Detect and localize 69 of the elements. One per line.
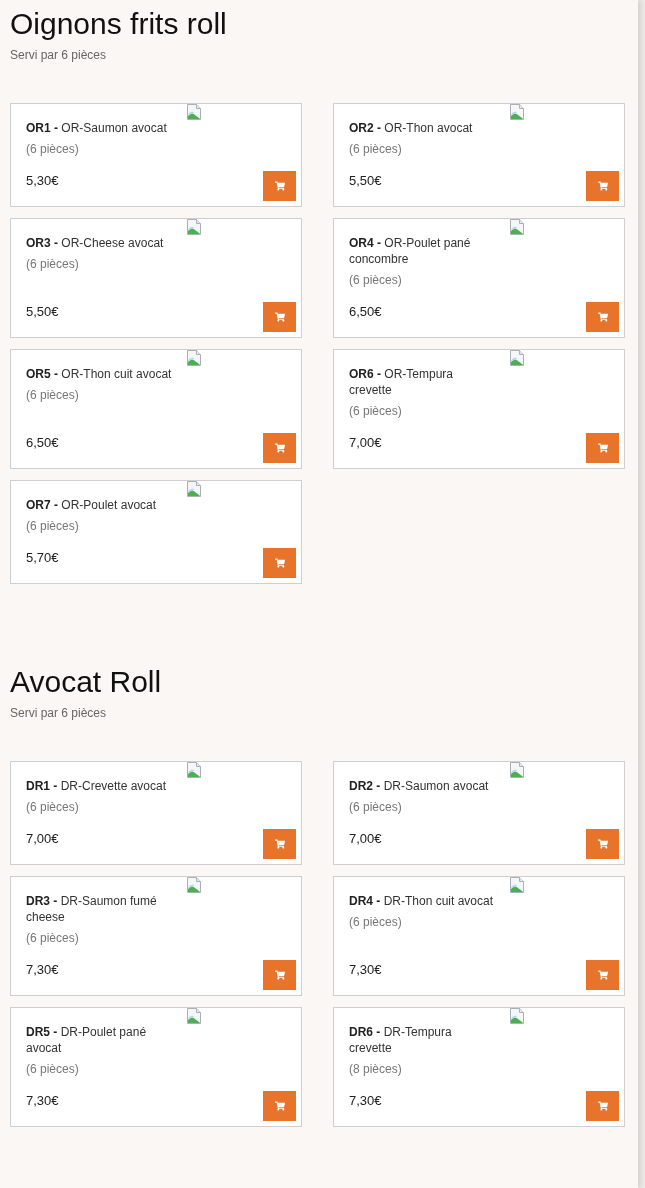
piece-count: (6 pièces) [26,930,79,946]
add-to-cart-button[interactable] [263,548,296,578]
product-price: 7,30€ [26,961,59,979]
cart-icon [597,443,608,453]
product-name: OR6 - OR-Tempura crevette [349,366,455,398]
product-name: DR2 - DR-Saumon avocat [349,778,490,794]
piece-count: (6 pièces) [349,272,402,288]
cart-icon [597,181,608,191]
piece-count: (6 pièces) [349,799,402,815]
product-name: DR3 - DR-Saumon fumé cheese [26,893,158,925]
add-to-cart-button[interactable] [263,829,296,859]
section-subtitle: Servi par 6 pièces [10,47,108,63]
section-title: Avocat Roll [10,664,163,700]
product-name: OR7 - OR-Poulet avocat [26,497,158,513]
product-name: DR5 - DR-Poulet pané avocat [26,1024,148,1056]
piece-count: (6 pièces) [26,387,79,403]
product-name: OR4 - OR-Poulet pané concombre [349,235,472,267]
add-to-cart-button[interactable] [263,960,296,990]
add-to-cart-button[interactable] [586,960,619,990]
product-price: 7,00€ [349,830,382,848]
add-to-cart-button[interactable] [263,1091,296,1121]
product-price: 7,30€ [26,1092,59,1110]
cart-icon [274,443,285,453]
product-price: 7,00€ [349,434,382,452]
product-price: 6,50€ [349,303,382,321]
add-to-cart-button[interactable] [586,1091,619,1121]
product-price: 7,30€ [349,1092,382,1110]
cart-icon [274,970,285,980]
piece-count: (6 pièces) [26,799,79,815]
cart-icon [274,312,285,322]
product-name: DR4 - DR-Thon cuit avocat [349,893,495,909]
product-price: 5,70€ [26,549,59,567]
section-subtitle: Servi par 6 pièces [10,705,108,721]
piece-count: (6 pièces) [349,914,402,930]
piece-count: (6 pièces) [26,1061,79,1077]
cart-icon [597,1101,608,1111]
add-to-cart-button[interactable] [263,433,296,463]
product-price: 7,00€ [26,830,59,848]
product-price: 5,50€ [26,303,59,321]
product-name: DR1 - DR-Crevette avocat [26,778,168,794]
product-price: 5,30€ [26,172,59,190]
piece-count: (6 pièces) [26,518,79,534]
add-to-cart-button[interactable] [586,302,619,332]
cart-icon [274,181,285,191]
piece-count: (6 pièces) [349,141,402,157]
cart-icon [274,1101,285,1111]
product-name: OR2 - OR-Thon avocat [349,120,474,136]
add-to-cart-button[interactable] [586,829,619,859]
product-name: OR3 - OR-Cheese avocat [26,235,165,251]
piece-count: (6 pièces) [26,141,79,157]
add-to-cart-button[interactable] [263,302,296,332]
cart-icon [274,558,285,568]
cart-icon [274,839,285,849]
piece-count: (6 pièces) [349,403,402,419]
cart-icon [597,312,608,322]
product-name: OR5 - OR-Thon cuit avocat [26,366,173,382]
product-name: DR6 - DR-Tempura crevette [349,1024,453,1056]
add-to-cart-button[interactable] [263,171,296,201]
piece-count: (6 pièces) [26,256,79,272]
section-title: Oignons frits roll [10,6,228,42]
product-price: 7,30€ [349,961,382,979]
cart-icon [597,970,608,980]
product-price: 5,50€ [349,172,382,190]
product-name: OR1 - OR-Saumon avocat [26,120,168,136]
add-to-cart-button[interactable] [586,433,619,463]
cart-icon [597,839,608,849]
add-to-cart-button[interactable] [586,171,619,201]
product-price: 6,50€ [26,434,59,452]
piece-count: (8 pièces) [349,1061,402,1077]
